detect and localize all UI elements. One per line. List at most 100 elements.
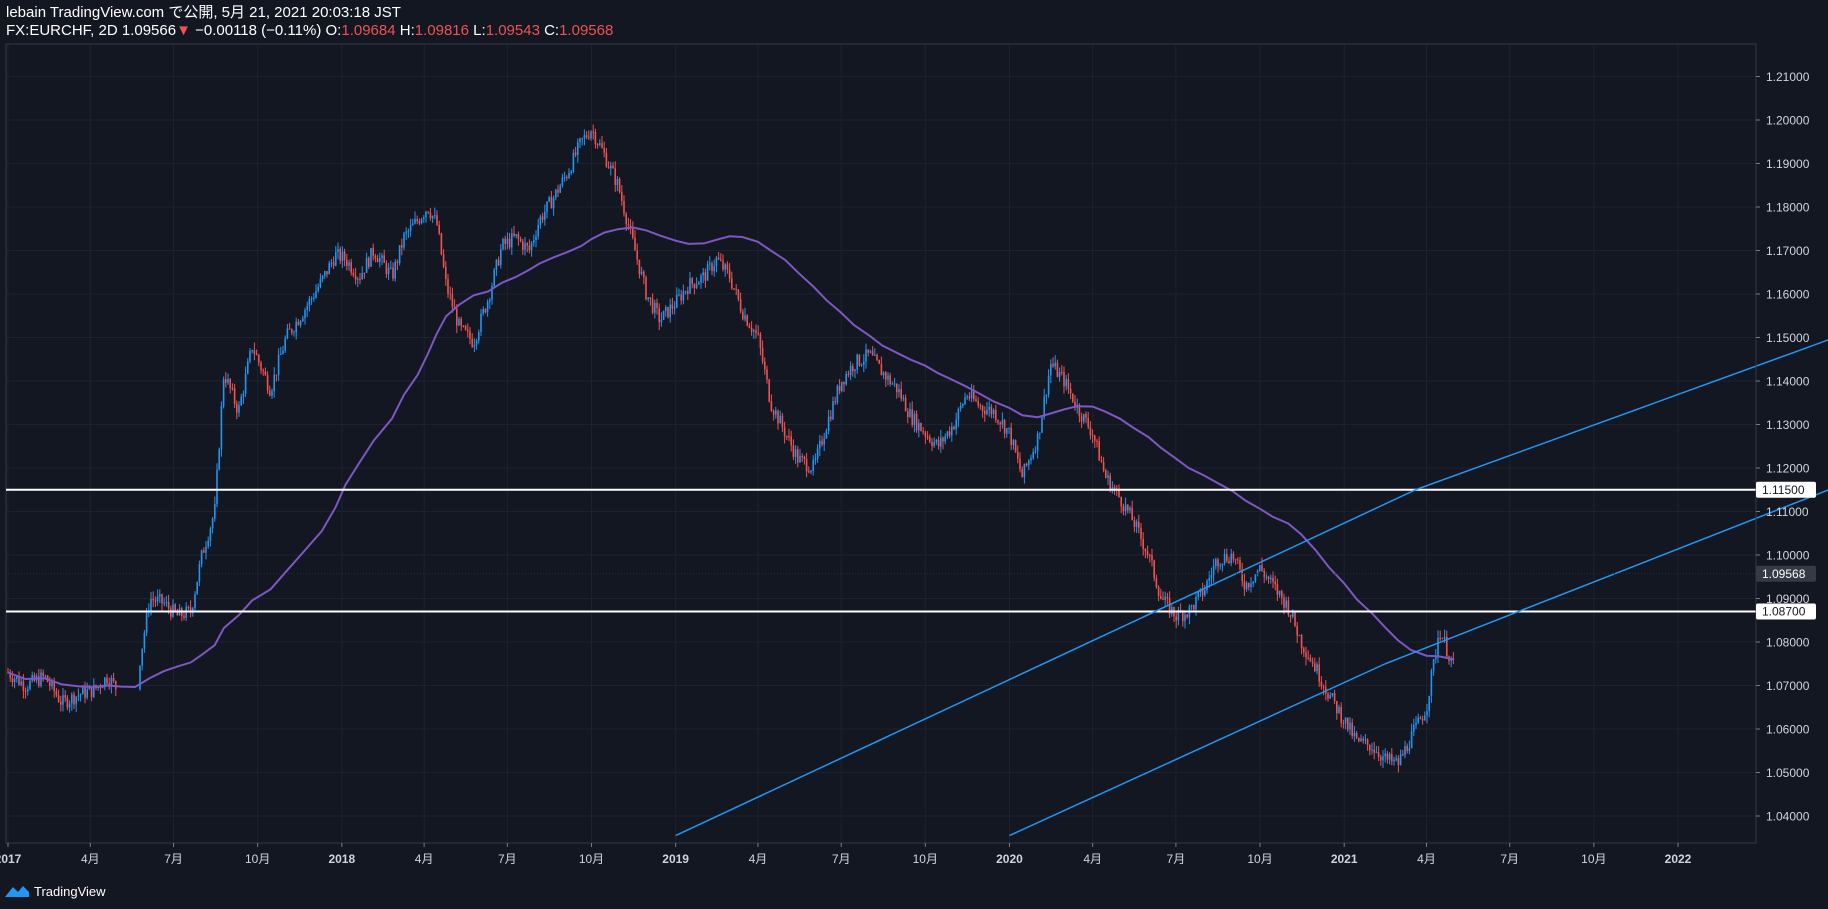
candle-body [75,696,77,705]
candle-body [893,383,896,385]
candle-body [913,413,916,425]
candle-body [420,218,423,224]
candle-body [1347,717,1349,730]
candle-body [1120,497,1122,507]
candle-body [1369,744,1371,751]
time-axis[interactable]: 2017 4月 7月 10月 2018 4月 7月 10月 2019 4月 7月 10月 2020 4月 7… [0,842,1756,866]
candle-body [1083,414,1085,422]
candle-body [363,272,366,274]
candle-body [1259,565,1261,571]
candle-body [141,648,143,666]
time-tick-label: 10月 [245,852,270,866]
candle-body [1017,451,1019,459]
candle-body [1234,559,1237,561]
candle-body [755,330,757,333]
candle-body [394,261,396,279]
candle-body [841,381,843,391]
time-tick-label: 10月 [1247,852,1272,866]
candle-body [379,258,381,263]
candle-body [693,283,696,288]
candle-body [680,294,682,301]
candle-body [29,680,31,690]
candle-body [577,142,579,156]
candle-body [359,278,361,280]
candle-body [533,240,535,243]
candle-body [1190,605,1193,607]
candle-body [610,165,612,169]
time-tick-label: 4月 [415,852,434,866]
candle-body [44,675,47,677]
candle-body [1228,561,1230,564]
candle-body [1028,460,1030,466]
candle-body [407,230,410,232]
candle-body [163,602,165,604]
candle-body [1406,746,1408,751]
resistance-level-label: 1.11500 [1762,483,1805,497]
moving-average-line [7,226,1455,689]
candle-body [484,309,487,313]
price-axis[interactable]: 1.21000 1.20000 1.19000 1.18000 1.17000 1.160… [1755,44,1816,843]
price-tick-label: 1.21000 [1766,70,1810,84]
candle-body [1316,664,1318,672]
candle-body [271,390,273,396]
candle-body [1151,555,1153,561]
candle-body [948,431,951,436]
candle-body [370,247,372,267]
candle-body [1232,553,1235,560]
candle-body [262,370,264,372]
candles [7,124,1455,773]
candle-body [354,275,357,280]
candle-body [779,415,781,424]
candle-body [1342,722,1345,724]
candle-body [517,234,520,239]
candle-body [156,596,159,602]
candle-body [1248,582,1250,588]
candle-body [1254,574,1257,582]
candle-body [645,277,647,300]
candle-body [1030,458,1032,461]
candle-body [383,255,385,263]
price-tick-label: 1.18000 [1766,201,1810,215]
candle-body [636,250,638,260]
candle-body [1377,752,1380,757]
candle-body [957,408,960,420]
candle-body [513,233,515,236]
candle-body [288,328,291,330]
candle-body [1237,559,1239,561]
candle-body [1386,753,1389,760]
tradingview-brand[interactable]: TradingView [34,884,106,899]
candle-body [291,329,293,333]
candle-body [211,518,214,529]
candle-body [940,437,942,447]
candle-body [997,420,999,423]
candle-body [286,328,289,339]
candle-body [196,581,198,595]
candle-body [1402,754,1404,756]
candle-body [761,347,764,362]
candle-body [984,410,986,415]
candle-body [1129,507,1131,511]
candle-body [838,385,841,391]
price-tick-label: 1.11000 [1766,505,1809,519]
candle-body [1023,463,1026,478]
candle-body [150,598,152,611]
candle-body [143,632,146,649]
candle-body [1006,428,1008,434]
candle-body [49,682,51,686]
candle-body [321,275,324,279]
candle-body [537,225,539,237]
candle-body [825,430,828,439]
candle-body [1091,435,1094,437]
candle-body [596,144,599,146]
candle-body [436,215,438,225]
candle-body [574,152,577,156]
candle-body [66,697,69,708]
candle-body [20,681,22,685]
time-tick-label: 2022 [1665,852,1692,866]
price-chart[interactable]: 1.21000 1.20000 1.19000 1.18000 1.17000 1.160… [0,0,1828,909]
candle-body [599,143,601,145]
candle-body [660,319,663,323]
candle-body [264,371,267,376]
candle-body [1032,452,1034,459]
candle-body [1131,507,1133,521]
